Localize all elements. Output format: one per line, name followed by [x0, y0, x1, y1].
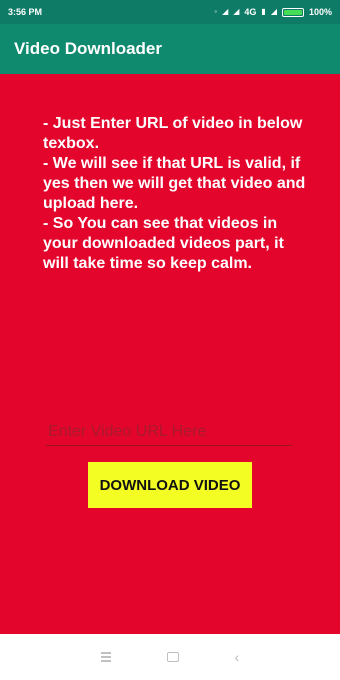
wifi-icon: ◢ — [270, 7, 277, 16]
notification-icon: ◦ — [214, 7, 218, 16]
status-right: ◦ ◢ ◢ 4G ▮ ◢ 100% — [214, 7, 332, 17]
vibrate-icon: ▮ — [261, 7, 266, 16]
home-icon[interactable] — [166, 652, 179, 662]
navigation-bar: ‹ — [0, 634, 340, 680]
network-type: 4G — [244, 7, 257, 17]
battery-percent: 100% — [308, 7, 332, 17]
status-time: 3:56 PM — [8, 7, 43, 17]
instruction-line: - So You can see that videos in your dow… — [43, 215, 284, 272]
app-title: Video Downloader — [14, 39, 162, 58]
main-content: - Just Enter URL of video in below texbo… — [0, 74, 340, 634]
signal-icon: ◢ — [222, 7, 229, 16]
instruction-line: - Just Enter URL of video in below texbo… — [43, 115, 303, 152]
battery-fill — [283, 9, 302, 15]
instructions: - Just Enter URL of video in below texbo… — [43, 114, 308, 274]
app-bar: Video Downloader — [0, 24, 340, 74]
back-icon[interactable]: ‹ — [235, 650, 240, 664]
status-left: 3:56 PM — [8, 7, 42, 17]
battery-icon — [281, 7, 304, 17]
status-bar: 3:56 PM ◦ ◢ ◢ 4G ▮ ◢ 100% — [0, 0, 340, 24]
download-video-button[interactable]: DOWNLOAD VIDEO — [88, 462, 252, 508]
video-url-input[interactable] — [46, 418, 292, 446]
menu-icon[interactable] — [100, 650, 111, 664]
instruction-line: - We will see if that URL is valid, if y… — [43, 155, 306, 212]
signal-2-icon: ◢ — [233, 7, 240, 16]
